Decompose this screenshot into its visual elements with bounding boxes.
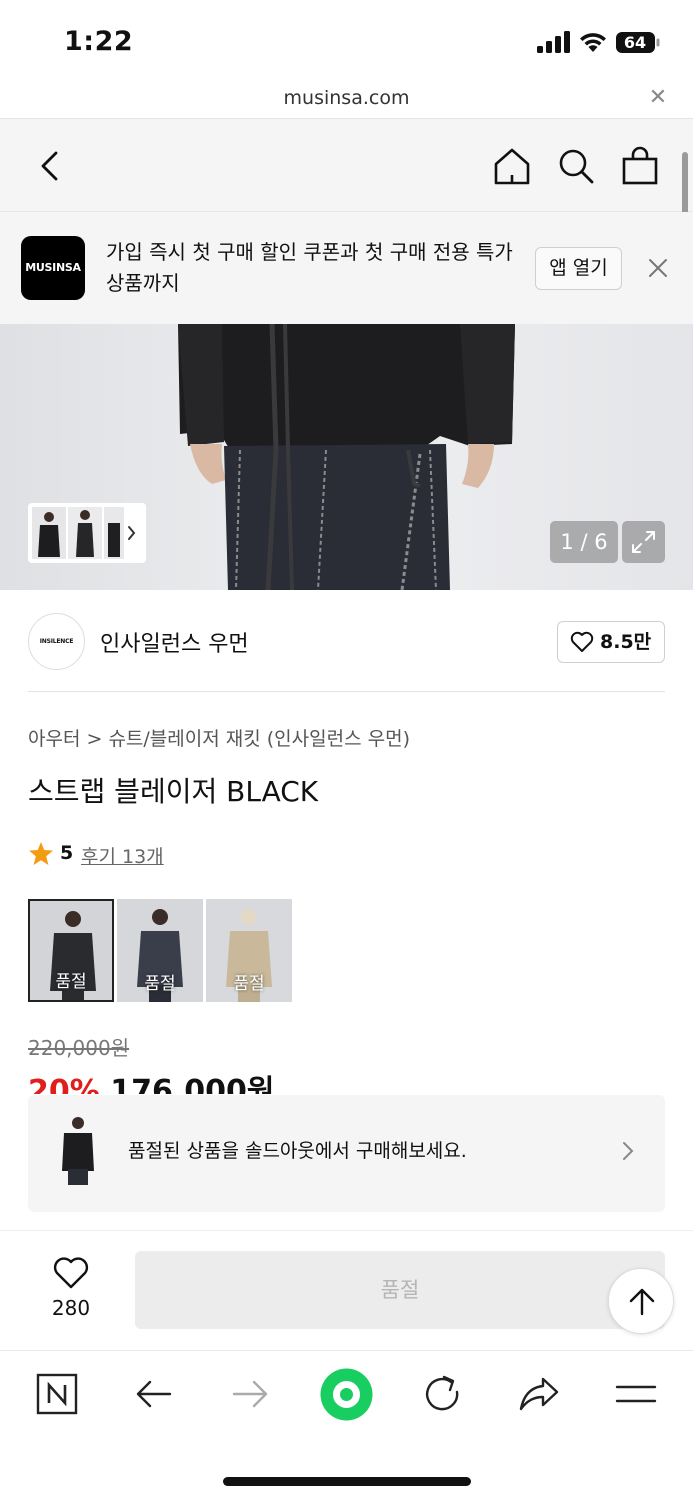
soldout-promo-card[interactable]: 품절된 상품을 솔드아웃에서 구매해보세요. xyxy=(28,1095,665,1212)
close-icon[interactable] xyxy=(646,256,670,280)
heart-icon xyxy=(53,1257,89,1289)
color-swatch-1[interactable]: 품절 xyxy=(28,899,114,1002)
musinsa-logo: MUSINSA xyxy=(21,236,85,300)
app-install-banner: MUSINSA 가입 즉시 첫 구매 할인 쿠폰과 첫 구매 전용 특가 상품까… xyxy=(0,212,693,324)
sale-price: 176,000원 xyxy=(110,1074,275,1094)
product-title: 스트랩 블레이저 BLACK xyxy=(28,775,319,808)
divider xyxy=(28,691,665,692)
battery-level: 64 xyxy=(623,33,647,52)
naver-n-icon[interactable] xyxy=(35,1372,79,1416)
green-dot-icon[interactable] xyxy=(320,1368,373,1421)
cellular-signal-icon xyxy=(537,31,570,53)
breadcrumb[interactable]: 아우터 > 슈트/블레이저 재킷 (인사일런스 우먼) xyxy=(28,724,410,751)
battery-icon: 64 xyxy=(615,31,661,54)
product-thumbnail xyxy=(62,1117,94,1185)
share-icon[interactable] xyxy=(517,1372,561,1416)
scroll-to-top-button[interactable] xyxy=(608,1268,674,1334)
color-swatch-2[interactable]: 품절 xyxy=(117,899,203,1002)
home-icon[interactable] xyxy=(491,145,533,187)
url-bar[interactable]: musinsa.com xyxy=(0,84,693,118)
page-header xyxy=(0,118,693,212)
swatch-soldout-label: 품절 xyxy=(55,972,87,992)
brand-logo[interactable]: INSILENCE xyxy=(28,613,85,670)
review-count-link[interactable]: 후기 13개 xyxy=(81,842,164,869)
rating-score: 5 xyxy=(60,842,74,864)
reload-icon[interactable] xyxy=(420,1372,464,1416)
gallery-thumbnail-strip[interactable] xyxy=(28,503,146,563)
gallery-counter: 1 / 6 xyxy=(550,521,618,563)
discount-rate: 20% xyxy=(28,1074,100,1094)
soldout-promo-text: 품절된 상품을 솔드아웃에서 구매해보세요. xyxy=(128,1140,467,1162)
brand-like-count: 8.5만 xyxy=(600,631,652,653)
menu-icon[interactable] xyxy=(614,1372,658,1416)
scroll-indicator xyxy=(682,152,688,218)
home-indicator[interactable] xyxy=(223,1477,471,1486)
wishlist-count: 280 xyxy=(51,1296,91,1320)
chevron-right-icon xyxy=(623,1142,634,1160)
open-app-button[interactable]: 앱 열기 xyxy=(535,247,622,290)
forward-arrow-icon[interactable] xyxy=(228,1372,272,1416)
back-arrow-icon[interactable] xyxy=(132,1372,176,1416)
search-icon[interactable] xyxy=(555,145,597,187)
back-icon[interactable] xyxy=(30,145,72,187)
thumbnail-images xyxy=(32,507,136,559)
brand-like-button[interactable]: 8.5만 xyxy=(557,621,665,663)
close-icon[interactable]: ✕ xyxy=(648,86,668,110)
status-time: 1:22 xyxy=(64,26,134,57)
expand-icon[interactable] xyxy=(622,521,665,563)
color-swatch-3[interactable]: 품절 xyxy=(206,899,292,1002)
status-bar: 1:22 64 xyxy=(0,0,693,84)
arrow-up-icon xyxy=(629,1288,655,1316)
swatch-soldout-label: 품절 xyxy=(233,974,265,994)
original-price: 220,000원 xyxy=(28,1036,130,1060)
shopping-bag-icon[interactable] xyxy=(619,145,661,187)
buy-button[interactable]: 품절 xyxy=(135,1251,665,1329)
heart-icon xyxy=(570,631,594,652)
wishlist-button[interactable]: 280 xyxy=(36,1252,106,1322)
brand-name[interactable]: 인사일런스 우먼 xyxy=(100,626,249,658)
star-icon xyxy=(29,842,53,865)
swatch-soldout-label: 품절 xyxy=(144,974,176,994)
banner-message: 가입 즉시 첫 구매 할인 쿠폰과 첫 구매 전용 특가 상품까지 xyxy=(106,240,513,295)
wifi-icon xyxy=(580,33,606,52)
sale-price-row: 20% 176,000원 xyxy=(28,1066,275,1094)
